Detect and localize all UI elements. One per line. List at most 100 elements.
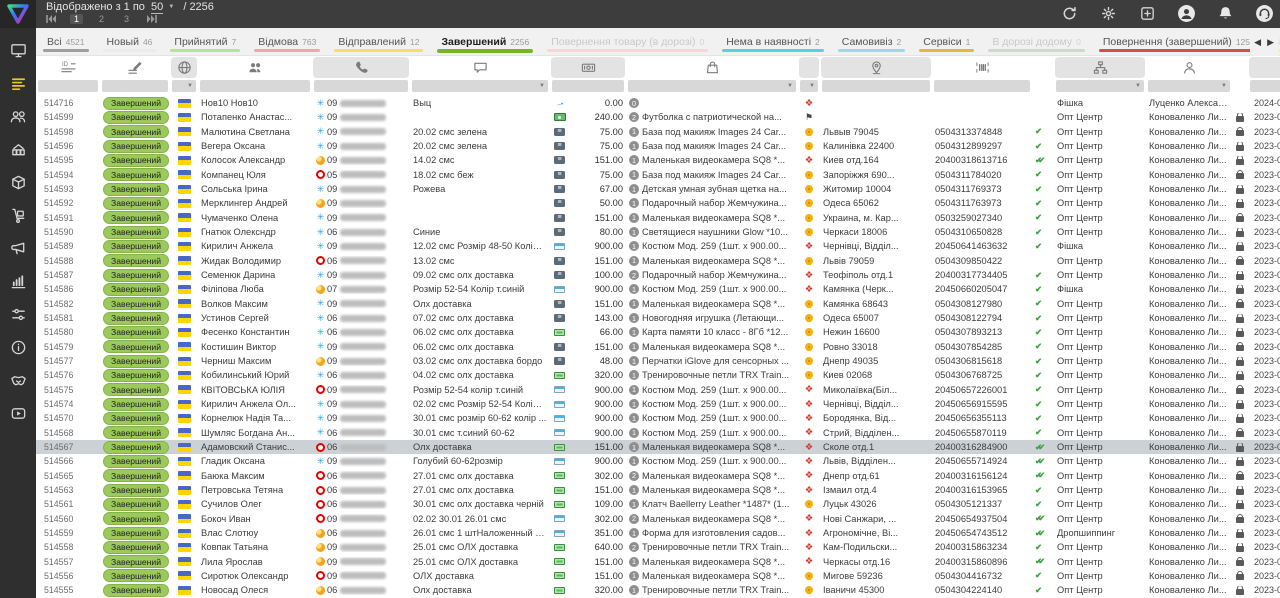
status-cell[interactable]: Завершений bbox=[100, 498, 170, 511]
status-cell[interactable]: Завершений bbox=[100, 183, 170, 196]
table-row[interactable]: 514574ЗавершенийКирилич Анжела Ол...✳090… bbox=[36, 397, 1280, 411]
column-header-flag[interactable] bbox=[170, 56, 198, 79]
table-row[interactable]: 514592ЗавершенийМерклингер Андрей09≡50.0… bbox=[36, 196, 1280, 210]
status-cell[interactable]: Завершений bbox=[100, 383, 170, 396]
filter-input-product[interactable]: ▼ bbox=[628, 80, 796, 92]
page-size-dropdown[interactable]: 50 bbox=[151, 1, 163, 14]
client-name[interactable]: Устинов Сергей bbox=[198, 313, 312, 323]
client-name[interactable]: Ковпак Татьяна bbox=[198, 542, 312, 552]
status-cell[interactable]: Завершений bbox=[100, 254, 170, 267]
table-row[interactable]: 514596ЗавершенийВегера Оксана✳0920.02 см… bbox=[36, 139, 1280, 153]
table-row[interactable]: 514576ЗавершенийКобилинський Юрий✳0604.0… bbox=[36, 368, 1280, 382]
table-row[interactable]: 514577ЗавершенийЧерниш Максим0903.02 смс… bbox=[36, 354, 1280, 368]
filter-input-client[interactable] bbox=[200, 80, 310, 92]
table-row[interactable]: 514560ЗавершенийБокоч Иван0902.02 30.01 … bbox=[36, 512, 1280, 526]
bell-icon[interactable] bbox=[1215, 3, 1235, 23]
client-name[interactable]: Гнатюк Олексндр bbox=[198, 227, 312, 237]
tabs-scroll-left-icon[interactable]: ◀ bbox=[1254, 37, 1261, 48]
add-icon[interactable] bbox=[1137, 3, 1157, 23]
client-name[interactable]: Кобилинський Юрий bbox=[198, 370, 312, 380]
status-cell[interactable]: Завершений bbox=[100, 426, 170, 439]
status-cell[interactable]: Завершений bbox=[100, 240, 170, 253]
table-row[interactable]: 514555ЗавершенийНовосад Олеся06Олх доста… bbox=[36, 583, 1280, 597]
table-row[interactable]: 514716ЗавершенийНов10 Нов10✳09Выц→0.000❖… bbox=[36, 96, 1280, 110]
filter-input-manager[interactable]: ▼ bbox=[1148, 80, 1230, 92]
status-cell[interactable]: Завершений bbox=[100, 398, 170, 411]
tab-новый[interactable]: Новый46 bbox=[96, 28, 164, 55]
client-name[interactable]: Вегера Оксана bbox=[198, 141, 312, 151]
sidebar-item-info[interactable] bbox=[3, 335, 33, 365]
client-name[interactable]: Мерклингер Андрей bbox=[198, 198, 312, 208]
column-header-channel[interactable] bbox=[1054, 56, 1146, 79]
status-cell[interactable]: Завершений bbox=[100, 469, 170, 482]
client-name[interactable]: Лила Ярослав bbox=[198, 557, 312, 567]
column-header-carrier[interactable] bbox=[798, 56, 820, 79]
client-name[interactable]: Жидак Володимир bbox=[198, 256, 312, 266]
client-name[interactable]: Новосад Олеся bbox=[198, 585, 312, 595]
filter-input-channel[interactable]: ▼ bbox=[1056, 80, 1144, 92]
table-row[interactable]: 514595ЗавершенийКолосок Александр0914.02… bbox=[36, 153, 1280, 167]
client-name[interactable]: Колосок Александр bbox=[198, 155, 312, 165]
status-cell[interactable]: Завершений bbox=[100, 312, 170, 325]
table-row[interactable]: 514598ЗавершенийМалютина Светлана✳0920.0… bbox=[36, 125, 1280, 139]
filter-input-date[interactable] bbox=[1250, 80, 1280, 92]
column-header-manager[interactable] bbox=[1146, 56, 1232, 79]
status-cell[interactable]: Завершений bbox=[100, 269, 170, 282]
table-row[interactable]: 514580ЗавершенийФесенко Константин✳0606.… bbox=[36, 325, 1280, 339]
filter-input-phone[interactable] bbox=[314, 80, 408, 92]
table-row[interactable]: 514570ЗавершенийКорнелюк Надія Та...✳093… bbox=[36, 411, 1280, 425]
tab-повернення-завершений-[interactable]: Повернення (завершений)125 bbox=[1092, 28, 1261, 55]
tab-відправлений[interactable]: Відправлений12 bbox=[327, 28, 430, 55]
client-name[interactable]: Черниш Максим bbox=[198, 356, 312, 366]
sidebar-item-orders[interactable] bbox=[3, 71, 33, 101]
table-row[interactable]: 514591ЗавершенийЧумаченко Олена✳09≡151.0… bbox=[36, 211, 1280, 225]
column-header-product[interactable] bbox=[626, 56, 798, 79]
status-cell[interactable]: Завершений bbox=[100, 111, 170, 124]
tab-прийнятий[interactable]: Прийнятий7 bbox=[163, 28, 247, 55]
app-logo[interactable] bbox=[0, 0, 36, 28]
client-name[interactable]: Корнелюк Надія Та... bbox=[198, 413, 312, 423]
status-cell[interactable]: Завершений bbox=[100, 527, 170, 540]
tab-в-дорозі-додому[interactable]: В дорозі додому0 bbox=[981, 28, 1092, 55]
table-row[interactable]: 514587ЗавершенийСеменюк Дарина✳0909.02 с… bbox=[36, 268, 1280, 282]
column-header-id[interactable]: ID bbox=[36, 56, 100, 79]
gear-icon[interactable] bbox=[1098, 3, 1118, 23]
tab-сервіси[interactable]: Сервіси1 bbox=[912, 28, 981, 55]
client-name[interactable]: Кирилич Анжела Ол... bbox=[198, 399, 312, 409]
status-cell[interactable]: Завершений bbox=[100, 455, 170, 468]
refresh-icon[interactable] bbox=[1059, 3, 1079, 23]
table-row[interactable]: 514588ЗавершенийЖидак Володимир0613.02 с… bbox=[36, 254, 1280, 268]
status-cell[interactable]: Завершений bbox=[100, 584, 170, 597]
sidebar-item-settings[interactable] bbox=[3, 302, 33, 332]
status-cell[interactable]: Завершений bbox=[100, 555, 170, 568]
filter-input-carrier[interactable]: ▼ bbox=[800, 80, 818, 92]
tab-відмова[interactable]: Відмова763 bbox=[247, 28, 327, 55]
table-row[interactable]: 514590ЗавершенийГнатюк Олексндр✳06Синие≡… bbox=[36, 225, 1280, 239]
status-cell[interactable]: Завершений bbox=[100, 97, 170, 110]
table-row[interactable]: 514594ЗавершенийКомпанец Юля0518.02 смс … bbox=[36, 168, 1280, 182]
table-row[interactable]: 514567ЗавершенийАдамовский Станис...06Ол… bbox=[36, 440, 1280, 454]
status-cell[interactable]: Завершений bbox=[100, 297, 170, 310]
table-row[interactable]: 514561ЗавершенийСучилов Олег0630.01 смс … bbox=[36, 497, 1280, 511]
client-name[interactable]: Адамовский Станис... bbox=[198, 442, 312, 452]
column-header-chk[interactable] bbox=[1032, 56, 1054, 79]
client-name[interactable]: Костишин Виктор bbox=[198, 342, 312, 352]
column-header-comment[interactable] bbox=[410, 56, 550, 79]
sidebar-item-products[interactable] bbox=[3, 170, 33, 200]
status-cell[interactable]: Завершений bbox=[100, 441, 170, 454]
table-row[interactable]: 514556ЗавершенийСиротюк Олександр09ОЛХ д… bbox=[36, 569, 1280, 583]
status-cell[interactable]: Завершений bbox=[100, 484, 170, 497]
table-row[interactable]: 514563ЗавершенийПетровська Тетяна0627.01… bbox=[36, 483, 1280, 497]
client-name[interactable]: Компанец Юля bbox=[198, 170, 312, 180]
user-icon[interactable] bbox=[1176, 3, 1196, 23]
client-name[interactable]: Семенюк Дарина bbox=[198, 270, 312, 280]
client-name[interactable]: Гладик Оксана bbox=[198, 456, 312, 466]
status-cell[interactable]: Завершений bbox=[100, 154, 170, 167]
column-header-city[interactable] bbox=[820, 56, 932, 79]
filter-input-city[interactable] bbox=[822, 80, 930, 92]
table-row[interactable]: 514566ЗавершенийГладик Оксана✳09Голубий … bbox=[36, 454, 1280, 468]
client-name[interactable]: Філіпова Люба bbox=[198, 284, 312, 294]
column-header-phone[interactable] bbox=[312, 56, 410, 79]
filter-input-flag[interactable]: ▼ bbox=[172, 80, 196, 92]
client-name[interactable]: Сольська Ірина bbox=[198, 184, 312, 194]
